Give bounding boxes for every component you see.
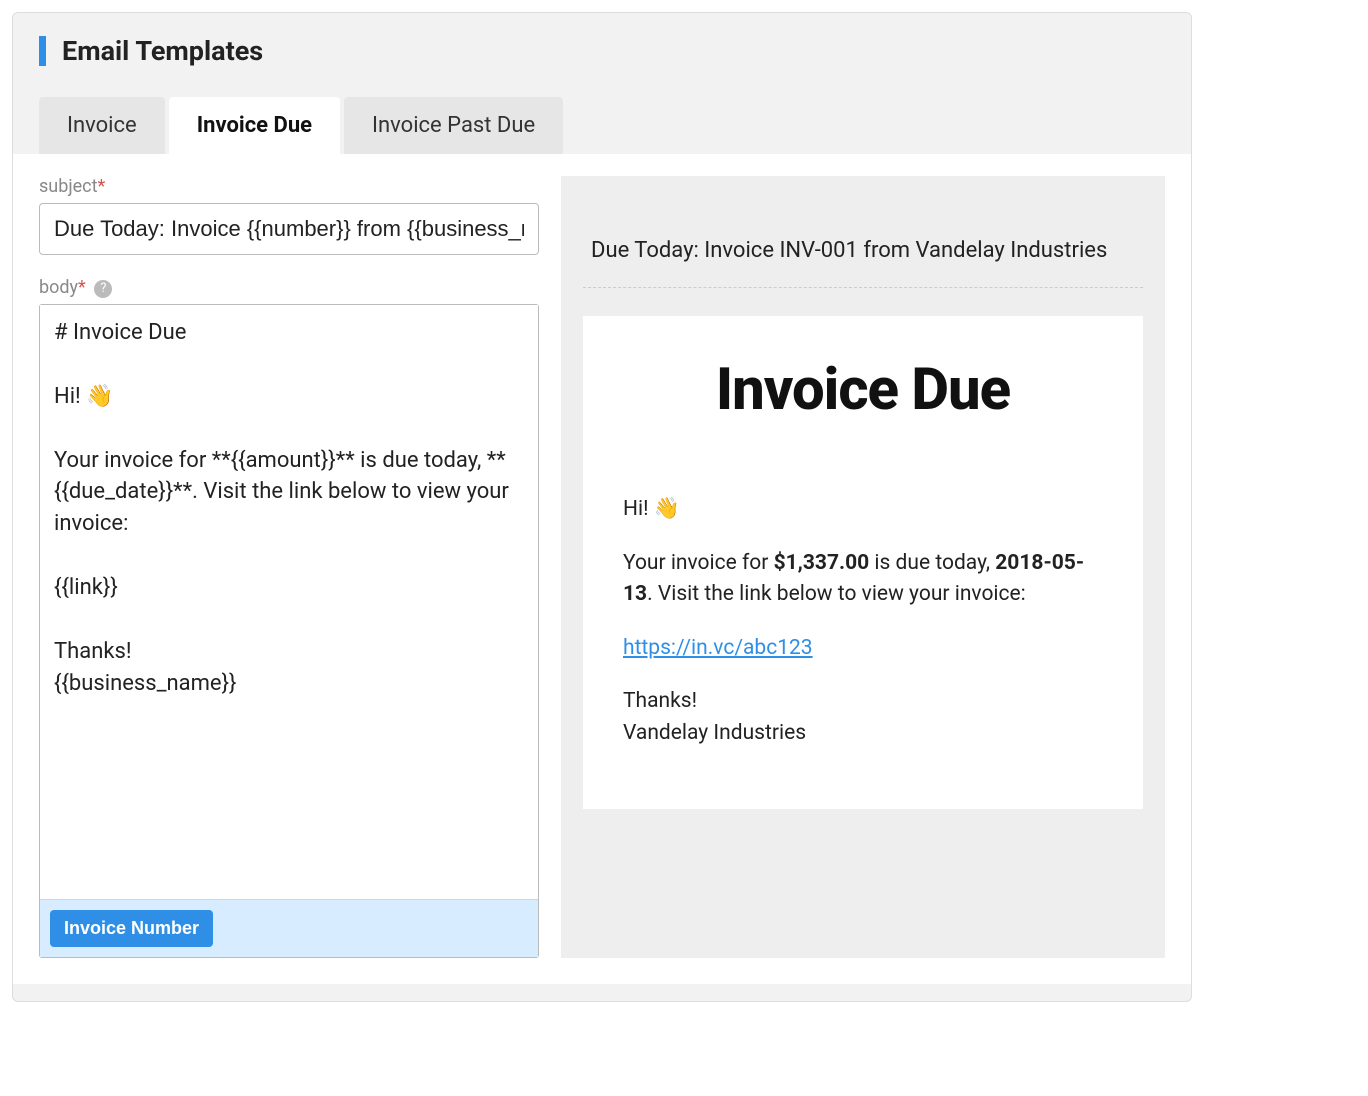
content-area: subject* body* ? Invoice Number Due Toda…	[13, 154, 1191, 984]
preview-line1-pre: Your invoice for	[623, 551, 774, 575]
preview-business: Vandelay Industries	[623, 721, 806, 745]
tab-invoice[interactable]: Invoice	[39, 97, 165, 154]
preview-link[interactable]: https://in.vc/abc123	[623, 636, 813, 660]
tab-invoice-due[interactable]: Invoice Due	[169, 97, 340, 154]
body-box: Invoice Number	[39, 304, 539, 958]
preview-signoff: Thanks! Vandelay Industries	[623, 686, 1103, 749]
preview-subject: Due Today: Invoice INV-001 from Vandelay…	[583, 198, 1143, 288]
body-field: body* ? Invoice Number	[39, 277, 539, 958]
subject-label-text: subject	[39, 176, 97, 197]
body-textarea[interactable]	[40, 305, 538, 899]
preview-line1: Your invoice for $1,337.00 is due today,…	[623, 548, 1103, 611]
preview-greeting: Hi! 👋	[623, 494, 1103, 526]
preview-line1-mid: is due today,	[869, 551, 995, 575]
tab-invoice-past-due[interactable]: Invoice Past Due	[344, 97, 563, 154]
preview-heading: Invoice Due	[623, 356, 1103, 424]
preview-body: Hi! 👋 Your invoice for $1,337.00 is due …	[623, 494, 1103, 749]
insert-invoice-number-button[interactable]: Invoice Number	[50, 910, 213, 947]
title-accent-bar	[39, 36, 46, 66]
required-marker: *	[78, 277, 86, 298]
subject-input[interactable]	[39, 203, 539, 255]
token-bar: Invoice Number	[40, 899, 538, 957]
panel-header: Email Templates	[13, 13, 1191, 77]
preview-card: Invoice Due Hi! 👋 Your invoice for $1,33…	[583, 316, 1143, 809]
preview-pane: Due Today: Invoice INV-001 from Vandelay…	[561, 176, 1165, 958]
preview-thanks: Thanks!	[623, 689, 697, 713]
page-title: Email Templates	[62, 35, 263, 67]
email-templates-panel: Email Templates Invoice Invoice Due Invo…	[12, 12, 1192, 1002]
template-tabs: Invoice Invoice Due Invoice Past Due	[13, 97, 1191, 154]
preview-link-line: https://in.vc/abc123	[623, 633, 1103, 665]
preview-line1-post: . Visit the link below to view your invo…	[647, 582, 1026, 606]
body-label-text: body	[39, 277, 78, 298]
editor-pane: subject* body* ? Invoice Number	[39, 176, 539, 958]
help-icon[interactable]: ?	[94, 280, 112, 298]
body-label: body* ?	[39, 277, 539, 298]
preview-amount: $1,337.00	[774, 551, 870, 575]
subject-label: subject*	[39, 176, 539, 197]
required-marker: *	[97, 176, 105, 197]
